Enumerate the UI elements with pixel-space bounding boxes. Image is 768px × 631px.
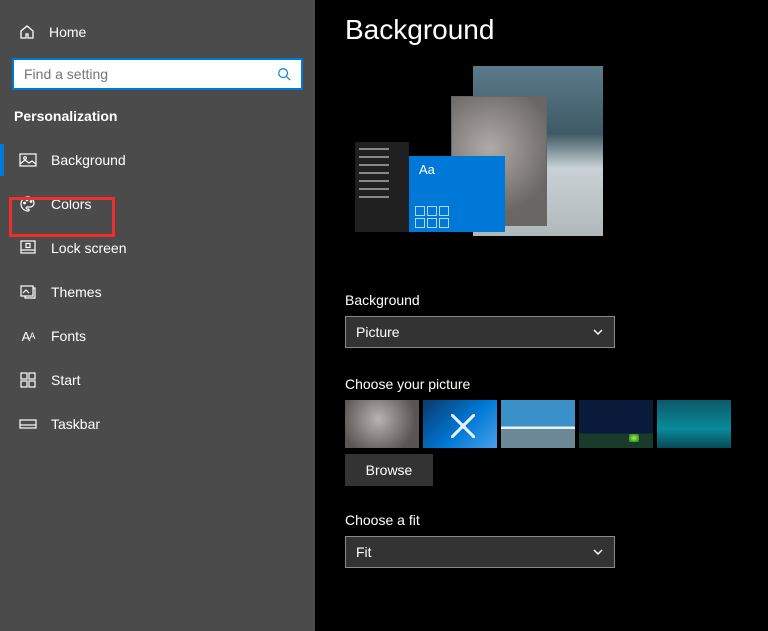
chevron-down-icon [592,326,604,338]
background-dropdown-value: Picture [356,324,400,340]
background-preview: Aa [355,66,603,236]
picture-thumbnail[interactable] [423,400,497,448]
themes-icon [19,283,37,301]
picture-thumbnail[interactable] [657,400,731,448]
sidebar-item-lock-screen[interactable]: Lock screen [0,226,315,270]
sidebar-item-label: Start [51,372,81,388]
sidebar-item-label: Lock screen [51,240,126,256]
sidebar-item-label: Taskbar [51,416,100,432]
sidebar-item-colors[interactable]: Colors [0,182,315,226]
sidebar-item-label: Background [51,152,126,168]
sidebar-item-fonts[interactable]: AA Fonts [0,314,315,358]
sidebar-item-label: Themes [51,284,102,300]
fonts-icon: AA [19,327,37,345]
sidebar-item-label: Fonts [51,328,86,344]
search-input-container[interactable] [12,58,303,90]
browse-button[interactable]: Browse [345,454,433,486]
sidebar: Home Personalization Background Colors L… [0,0,315,631]
lock-screen-icon [19,239,37,257]
section-title: Personalization [0,108,315,138]
picture-thumbnail[interactable] [501,400,575,448]
search-icon [277,67,291,81]
taskbar-icon [19,415,37,433]
sidebar-item-label: Colors [51,196,91,212]
start-icon [19,371,37,389]
fit-dropdown-value: Fit [356,544,372,560]
chevron-down-icon [592,546,604,558]
home-icon [19,24,35,40]
background-dropdown-label: Background [345,292,768,308]
home-button[interactable]: Home [0,18,315,58]
home-label: Home [49,24,86,40]
palette-icon [19,195,37,213]
picture-thumbnail[interactable] [345,400,419,448]
main-content: Background Aa Background Picture Choose … [315,0,768,631]
page-title: Background [345,14,768,46]
fit-dropdown-label: Choose a fit [345,512,768,528]
picture-thumbnails [345,400,768,448]
sidebar-item-background[interactable]: Background [0,138,315,182]
sidebar-item-taskbar[interactable]: Taskbar [0,402,315,446]
preview-aa: Aa [409,156,505,177]
background-dropdown[interactable]: Picture [345,316,615,348]
picture-thumbnail[interactable] [579,400,653,448]
sidebar-item-start[interactable]: Start [0,358,315,402]
picture-icon [19,151,37,169]
choose-picture-label: Choose your picture [345,376,768,392]
fit-dropdown[interactable]: Fit [345,536,615,568]
sidebar-item-themes[interactable]: Themes [0,270,315,314]
search-input[interactable] [24,66,277,82]
